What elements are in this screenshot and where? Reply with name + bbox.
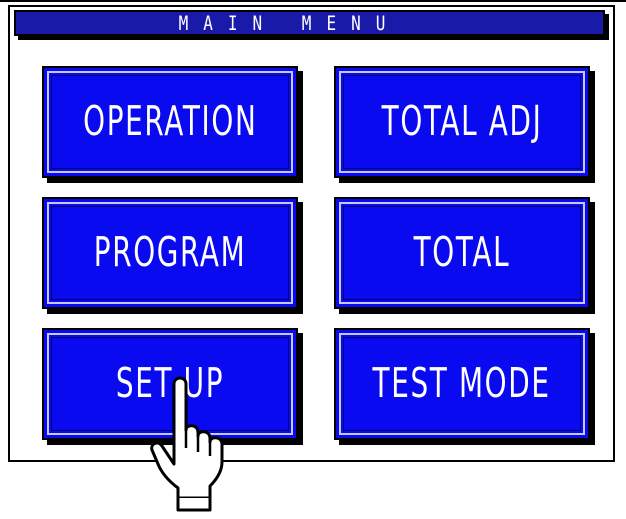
test-mode-button[interactable]: TEST MODE: [334, 328, 590, 440]
title-bar: MAIN MENU: [14, 10, 605, 36]
total-button-label: TOTAL: [413, 229, 511, 277]
operation-button-label: OPERATION: [82, 98, 258, 146]
program-button-label: PROGRAM: [93, 229, 247, 277]
top-rule: [0, 0, 626, 2]
program-button[interactable]: PROGRAM: [42, 197, 298, 309]
pointing-hand-icon: [150, 376, 224, 512]
total-adj-button-label: TOTAL ADJ: [381, 98, 543, 146]
operation-button[interactable]: OPERATION: [42, 66, 298, 178]
page-title: MAIN MENU: [178, 11, 401, 35]
test-mode-button-label: TEST MODE: [372, 360, 552, 408]
total-button[interactable]: TOTAL: [334, 197, 590, 309]
total-adj-button[interactable]: TOTAL ADJ: [334, 66, 590, 178]
